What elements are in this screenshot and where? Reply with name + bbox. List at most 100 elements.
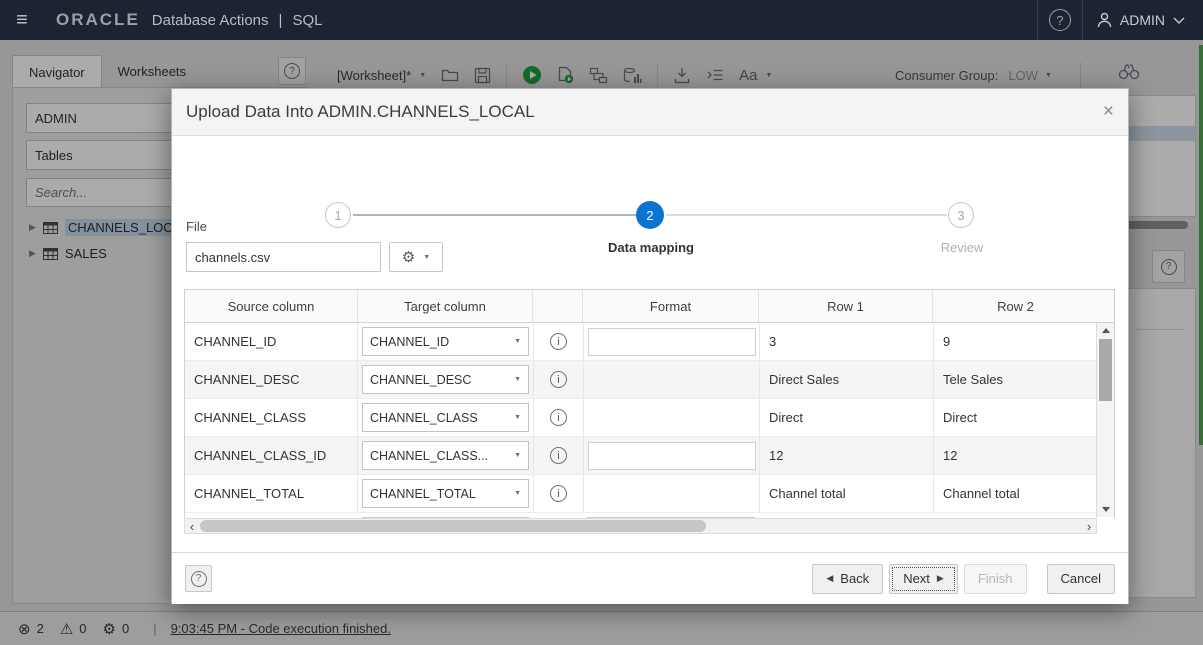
dropdown-caret-icon: ▼ xyxy=(514,414,521,421)
table-row: CHANNEL_ID CHANNEL_ID ▼ i 3 9 xyxy=(185,323,1114,361)
scroll-down-icon[interactable] xyxy=(1097,502,1114,516)
step-2-circle[interactable]: 2 xyxy=(636,201,664,229)
dropdown-caret-icon: ▼ xyxy=(423,253,431,261)
target-column-select[interactable]: CHANNEL_CLASS... ▼ xyxy=(362,441,529,470)
info-icon[interactable]: i xyxy=(550,485,567,502)
dropdown-caret-icon: ▼ xyxy=(514,376,521,383)
source-column-cell: CHANNEL_CLASS_ID xyxy=(185,437,358,474)
next-button[interactable]: Next ▶ xyxy=(889,563,958,594)
hamburger-menu-icon[interactable]: ≡ xyxy=(0,0,44,40)
scroll-left-icon[interactable]: ‹ xyxy=(185,519,199,534)
upload-data-dialog: Upload Data Into ADMIN.CHANNELS_LOCAL × … xyxy=(171,88,1129,604)
dialog-header: Upload Data Into ADMIN.CHANNELS_LOCAL × xyxy=(172,89,1128,136)
target-column-cell: CHANNEL_CLASS... ▼ xyxy=(358,437,534,474)
file-field-label: File xyxy=(186,219,207,234)
app-root: ≡ ORACLE Database Actions | SQL ? ADMIN … xyxy=(0,0,1203,645)
next-arrow-icon: ▶ xyxy=(936,573,944,583)
select-value: CHANNEL_CLASS... xyxy=(370,448,489,463)
cancel-label: Cancel xyxy=(1060,571,1101,586)
dropdown-caret-icon: ▼ xyxy=(514,338,521,345)
scroll-up-icon[interactable] xyxy=(1097,323,1114,337)
format-cell xyxy=(584,323,760,360)
scroll-right-icon[interactable]: › xyxy=(1082,519,1096,534)
topbar-right: ? ADMIN xyxy=(1036,0,1203,40)
target-column-select[interactable]: CHANNEL_CLASS ▼ xyxy=(362,403,529,432)
row2-value-cell: Tele Sales xyxy=(943,372,1003,387)
oracle-logo: ORACLE xyxy=(56,10,140,29)
target-column-cell: CHANNEL_DESC ▼ xyxy=(358,361,534,398)
format-input[interactable] xyxy=(588,327,756,356)
app-name: Database Actions xyxy=(151,11,269,29)
dialog-title: Upload Data Into ADMIN.CHANNELS_LOCAL xyxy=(186,102,535,121)
scrollbar-thumb[interactable] xyxy=(200,520,706,532)
help-button[interactable]: ? xyxy=(1036,0,1083,40)
format-cell xyxy=(584,475,760,512)
info-cell: i xyxy=(534,361,584,398)
close-icon[interactable]: × xyxy=(1103,101,1114,123)
footer-buttons: ◀ Back Next ▶ Finish Cancel xyxy=(812,563,1115,594)
info-cell: i xyxy=(534,323,584,360)
info-cell: i xyxy=(534,399,584,436)
next-label: Next xyxy=(903,571,930,586)
info-icon[interactable]: i xyxy=(550,409,567,426)
select-value: CHANNEL_TOTAL xyxy=(370,486,476,501)
step-2-label: Data mapping xyxy=(608,240,694,255)
table-vertical-scrollbar[interactable] xyxy=(1096,323,1114,517)
row1-value-cell: Channel total xyxy=(760,475,934,512)
step-connector xyxy=(666,214,947,216)
select-value: CHANNEL_DESC xyxy=(370,372,472,387)
user-menu[interactable]: ADMIN xyxy=(1083,0,1203,40)
format-cell xyxy=(584,437,760,474)
col-header-row2: Row 2 xyxy=(997,298,1034,314)
scrollbar-thumb[interactable] xyxy=(1099,339,1112,401)
source-column-cell: CHANNEL_TOTAL xyxy=(185,475,358,512)
source-column-cell: CHANNEL_CLASS xyxy=(185,399,358,436)
step-connector xyxy=(353,214,636,216)
row2-value-cell: 12 xyxy=(943,448,958,463)
row1-value-cell: Direct Sales xyxy=(760,361,934,398)
file-name-input[interactable] xyxy=(186,242,381,272)
row2-value-cell: 9 xyxy=(943,334,951,349)
chevron-down-icon xyxy=(1173,17,1185,24)
module-name: SQL xyxy=(292,11,323,29)
gear-icon: ⚙ xyxy=(401,249,416,266)
user-name: ADMIN xyxy=(1119,12,1165,28)
info-icon[interactable]: i xyxy=(550,371,567,388)
target-column-select[interactable]: CHANNEL_TOTAL ▼ xyxy=(362,479,529,508)
data-mapping-table: Source column Target column Format Row 1… xyxy=(184,289,1115,518)
target-column-select[interactable]: CHANNEL_ID ▼ xyxy=(362,327,529,356)
dialog-help-button[interactable]: ? xyxy=(185,565,212,592)
step-3-circle[interactable]: 3 xyxy=(948,202,974,228)
table-header-row: Source column Target column Format Row 1… xyxy=(185,290,1114,323)
back-arrow-icon: ◀ xyxy=(826,573,834,583)
row1-value-cell: 3 xyxy=(760,323,934,360)
dialog-footer: ? ◀ Back Next ▶ Finish Cancel xyxy=(172,552,1128,604)
col-header-info xyxy=(533,290,583,322)
col-header-format: Format xyxy=(583,290,759,322)
cancel-button[interactable]: Cancel xyxy=(1046,563,1115,594)
info-icon[interactable]: i xyxy=(550,333,567,350)
row2-value-cell: Channel total xyxy=(943,486,1020,501)
finish-button[interactable]: Finish xyxy=(963,563,1027,594)
source-column-cell: CHANNEL_DESC xyxy=(185,361,358,398)
target-column-select[interactable]: CHANNEL_DESC ▼ xyxy=(362,365,529,394)
file-options-button[interactable]: ⚙ ▼ xyxy=(389,242,443,272)
row1-value-cell: Direct xyxy=(760,399,934,436)
format-input[interactable] xyxy=(588,441,756,470)
source-column-cell: CHANNEL_ID xyxy=(185,323,358,360)
table-row: CHANNEL_CLASS_ID CHANNEL_CLASS... ▼ i 12 … xyxy=(185,437,1114,475)
format-cell xyxy=(584,399,760,436)
help-icon: ? xyxy=(1048,9,1071,31)
top-bar: ≡ ORACLE Database Actions | SQL ? ADMIN xyxy=(0,0,1203,40)
row1-value-cell: 12 xyxy=(760,437,934,474)
target-column-cell: CHANNEL_ID ▼ xyxy=(358,323,534,360)
select-value: CHANNEL_CLASS xyxy=(370,410,478,425)
step-3-label: Review xyxy=(940,240,984,255)
row2-value-cell: Direct xyxy=(943,410,977,425)
step-1-circle[interactable]: 1 xyxy=(325,202,351,228)
info-cell: i xyxy=(534,437,584,474)
back-button[interactable]: ◀ Back xyxy=(812,563,884,594)
col-header-row1: Row 1 xyxy=(759,290,933,322)
table-horizontal-scrollbar[interactable]: ‹ › xyxy=(184,518,1097,534)
info-icon[interactable]: i xyxy=(550,447,567,464)
